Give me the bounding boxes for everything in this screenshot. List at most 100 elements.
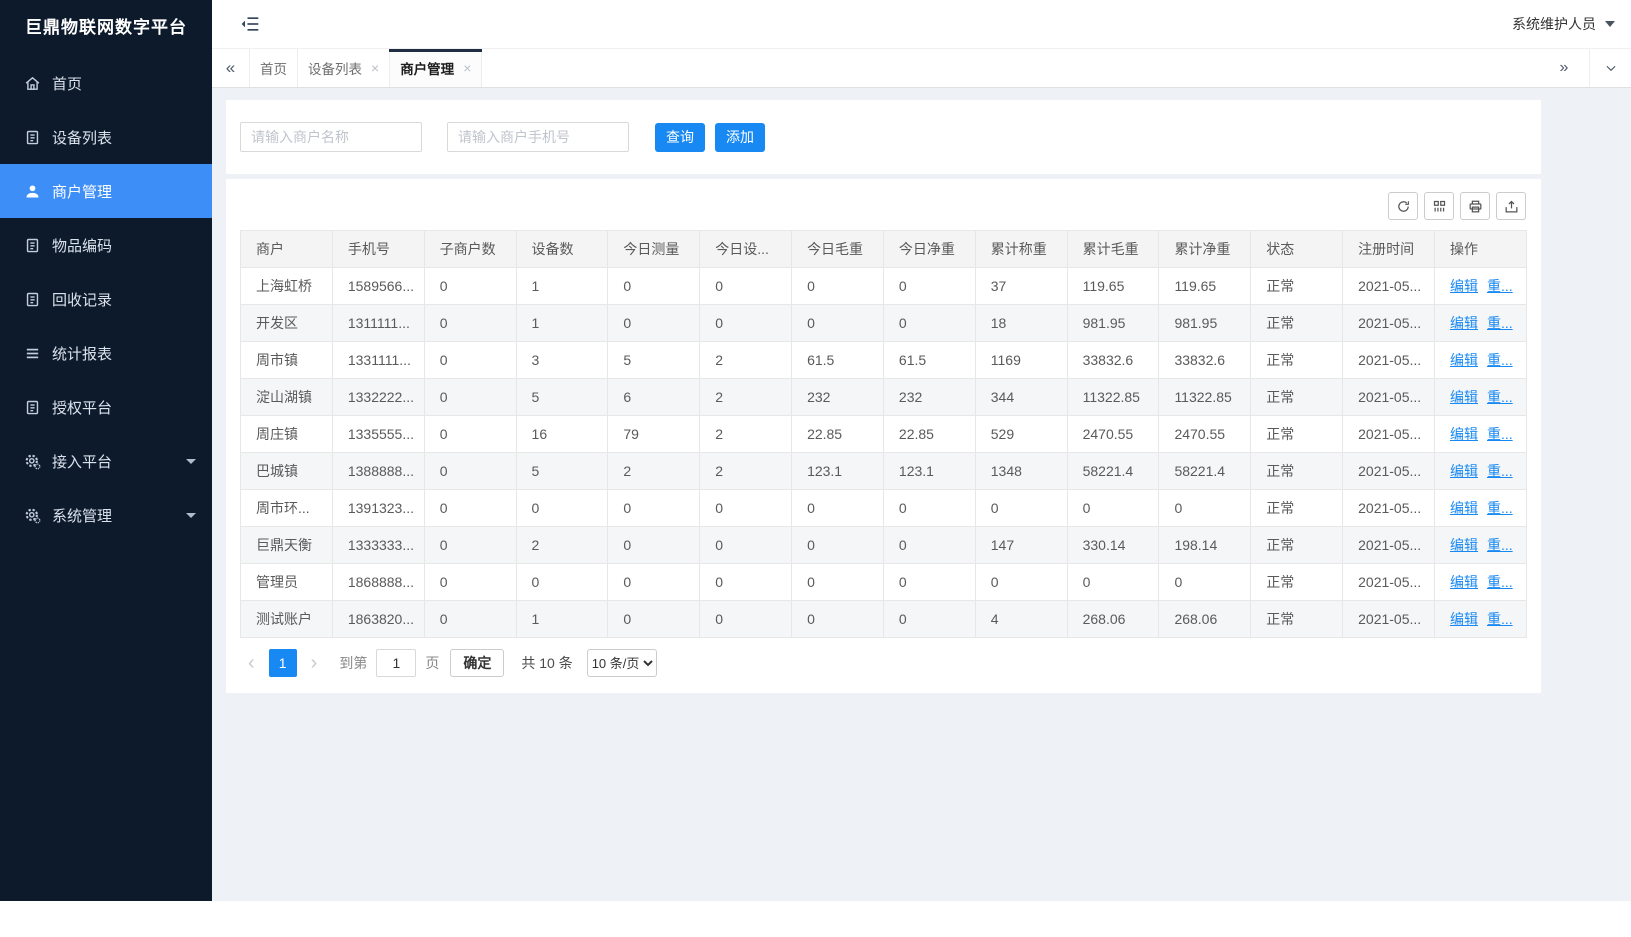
table-cell: 37 [975, 268, 1067, 305]
reset-link[interactable]: 重... [1487, 315, 1513, 331]
edit-link[interactable]: 编辑 [1450, 611, 1478, 627]
tabs-scroll-left-icon[interactable]: « [212, 49, 250, 87]
tab-home[interactable]: 首页 [250, 49, 298, 87]
table-cell: 0 [792, 527, 884, 564]
merchant-phone-input[interactable] [447, 122, 629, 152]
sidebar-item-authorized-platform[interactable]: 授权平台 [0, 380, 212, 434]
merchant-name-input[interactable] [240, 122, 422, 152]
close-icon[interactable]: × [371, 60, 379, 76]
reset-link[interactable]: 重... [1487, 574, 1513, 590]
table-cell: 0 [975, 564, 1067, 601]
table-cell: 0 [792, 268, 884, 305]
edit-link[interactable]: 编辑 [1450, 537, 1478, 553]
content-area: 查询 添加 商户手机号子商户数设备数今日测量今日设...今日毛重今日净重累计称重… [212, 88, 1631, 901]
print-button[interactable] [1460, 192, 1490, 220]
table-cell: 11322.85 [1159, 379, 1251, 416]
close-icon[interactable]: × [463, 60, 471, 76]
sidebar-item-recycle-records[interactable]: 回收记录 [0, 272, 212, 326]
reset-link[interactable]: 重... [1487, 352, 1513, 368]
confirm-button[interactable]: 确定 [450, 649, 504, 677]
table-cell: 33832.6 [1067, 342, 1159, 379]
doc-icon [24, 291, 41, 308]
user-menu[interactable]: 系统维护人员 [1512, 14, 1615, 34]
table-cell: 巴城镇 [241, 453, 333, 490]
edit-link[interactable]: 编辑 [1450, 463, 1478, 479]
sidebar-collapse-icon[interactable] [240, 14, 260, 34]
table-cell: 正常 [1251, 601, 1343, 638]
sidebar-item-label: 系统管理 [52, 505, 112, 526]
column-header-3: 设备数 [516, 231, 608, 268]
tab-merchant-management[interactable]: 商户管理× [390, 49, 482, 87]
prev-page-icon[interactable]: ‹ [242, 653, 261, 673]
table-cell: 1332222... [332, 379, 424, 416]
column-header-2: 子商户数 [424, 231, 516, 268]
reset-link[interactable]: 重... [1487, 537, 1513, 553]
table-cell: 0 [1159, 490, 1251, 527]
doc-icon [24, 237, 41, 254]
tab-label: 首页 [260, 58, 287, 78]
edit-link[interactable]: 编辑 [1450, 500, 1478, 516]
sidebar-item-label: 商户管理 [52, 181, 112, 202]
home-icon [24, 75, 41, 92]
reset-link[interactable]: 重... [1487, 278, 1513, 294]
edit-link[interactable]: 编辑 [1450, 352, 1478, 368]
sidebar-item-device-list[interactable]: 设备列表 [0, 110, 212, 164]
table-cell: 0 [792, 601, 884, 638]
reset-link[interactable]: 重... [1487, 389, 1513, 405]
gear-icon [24, 507, 41, 524]
edit-link[interactable]: 编辑 [1450, 426, 1478, 442]
pagination: ‹ 1 › 到第 页 确定 共 10 条 10 条/页 [240, 638, 1527, 685]
goto-page-input[interactable] [376, 649, 416, 677]
table-cell: 正常 [1251, 305, 1343, 342]
reset-link[interactable]: 重... [1487, 611, 1513, 627]
edit-link[interactable]: 编辑 [1450, 278, 1478, 294]
table-cell: 344 [975, 379, 1067, 416]
table-cell: 0 [424, 601, 516, 638]
table-cell: 123.1 [792, 453, 884, 490]
query-button[interactable]: 查询 [655, 123, 705, 152]
sidebar: 巨鼎物联网数字平台 首页设备列表商户管理物品编码回收记录统计报表授权平台接入平台… [0, 0, 212, 901]
next-page-icon[interactable]: › [305, 653, 324, 673]
table-cell: 33832.6 [1159, 342, 1251, 379]
edit-link[interactable]: 编辑 [1450, 574, 1478, 590]
sidebar-item-statistics-report[interactable]: 统计报表 [0, 326, 212, 380]
sidebar-item-merchant-management[interactable]: 商户管理 [0, 164, 212, 218]
table-cell: 1333333... [332, 527, 424, 564]
refresh-button[interactable] [1388, 192, 1418, 220]
table-cell: 2021-05... [1343, 527, 1435, 564]
table-cell: 1391323... [332, 490, 424, 527]
column-header-10: 累计净重 [1159, 231, 1251, 268]
tabs-scroll-right-icon[interactable]: » [1539, 49, 1589, 87]
sidebar-item-system-management[interactable]: 系统管理 [0, 488, 212, 542]
table-cell: 0 [608, 527, 700, 564]
table-cell: 2 [516, 527, 608, 564]
sidebar-item-home[interactable]: 首页 [0, 56, 212, 110]
main-area: 系统维护人员 « 首页设备列表×商户管理× » 查询 添加 [212, 0, 1631, 901]
table-cell: 0 [883, 601, 975, 638]
table-cell: 5 [608, 342, 700, 379]
table-cell: 2021-05... [1343, 268, 1435, 305]
table-cell: 正常 [1251, 416, 1343, 453]
table-cell: 1348 [975, 453, 1067, 490]
reset-link[interactable]: 重... [1487, 500, 1513, 516]
edit-link[interactable]: 编辑 [1450, 389, 1478, 405]
table-cell: 0 [883, 268, 975, 305]
sidebar-item-access-platform[interactable]: 接入平台 [0, 434, 212, 488]
export-button[interactable] [1496, 192, 1526, 220]
table-cell: 0 [424, 379, 516, 416]
edit-link[interactable]: 编辑 [1450, 315, 1478, 331]
sidebar-item-item-code[interactable]: 物品编码 [0, 218, 212, 272]
horizontal-scrollbar-track[interactable] [0, 901, 1631, 937]
tab-device-list[interactable]: 设备列表× [298, 49, 390, 87]
table-row: 周庄镇1335555...01679222.8522.855292470.552… [241, 416, 1527, 453]
table-row: 开发区1311111...01000018981.95981.95正常2021-… [241, 305, 1527, 342]
page-number-button[interactable]: 1 [269, 649, 297, 677]
reset-link[interactable]: 重... [1487, 426, 1513, 442]
table-cell: 2 [700, 342, 792, 379]
tabs-menu-chevron-icon[interactable] [1589, 49, 1631, 87]
columns-button[interactable] [1424, 192, 1454, 220]
reset-link[interactable]: 重... [1487, 463, 1513, 479]
sidebar-menu: 首页设备列表商户管理物品编码回收记录统计报表授权平台接入平台系统管理 [0, 50, 212, 542]
page-size-select[interactable]: 10 条/页 [587, 649, 657, 677]
add-button[interactable]: 添加 [715, 123, 765, 152]
